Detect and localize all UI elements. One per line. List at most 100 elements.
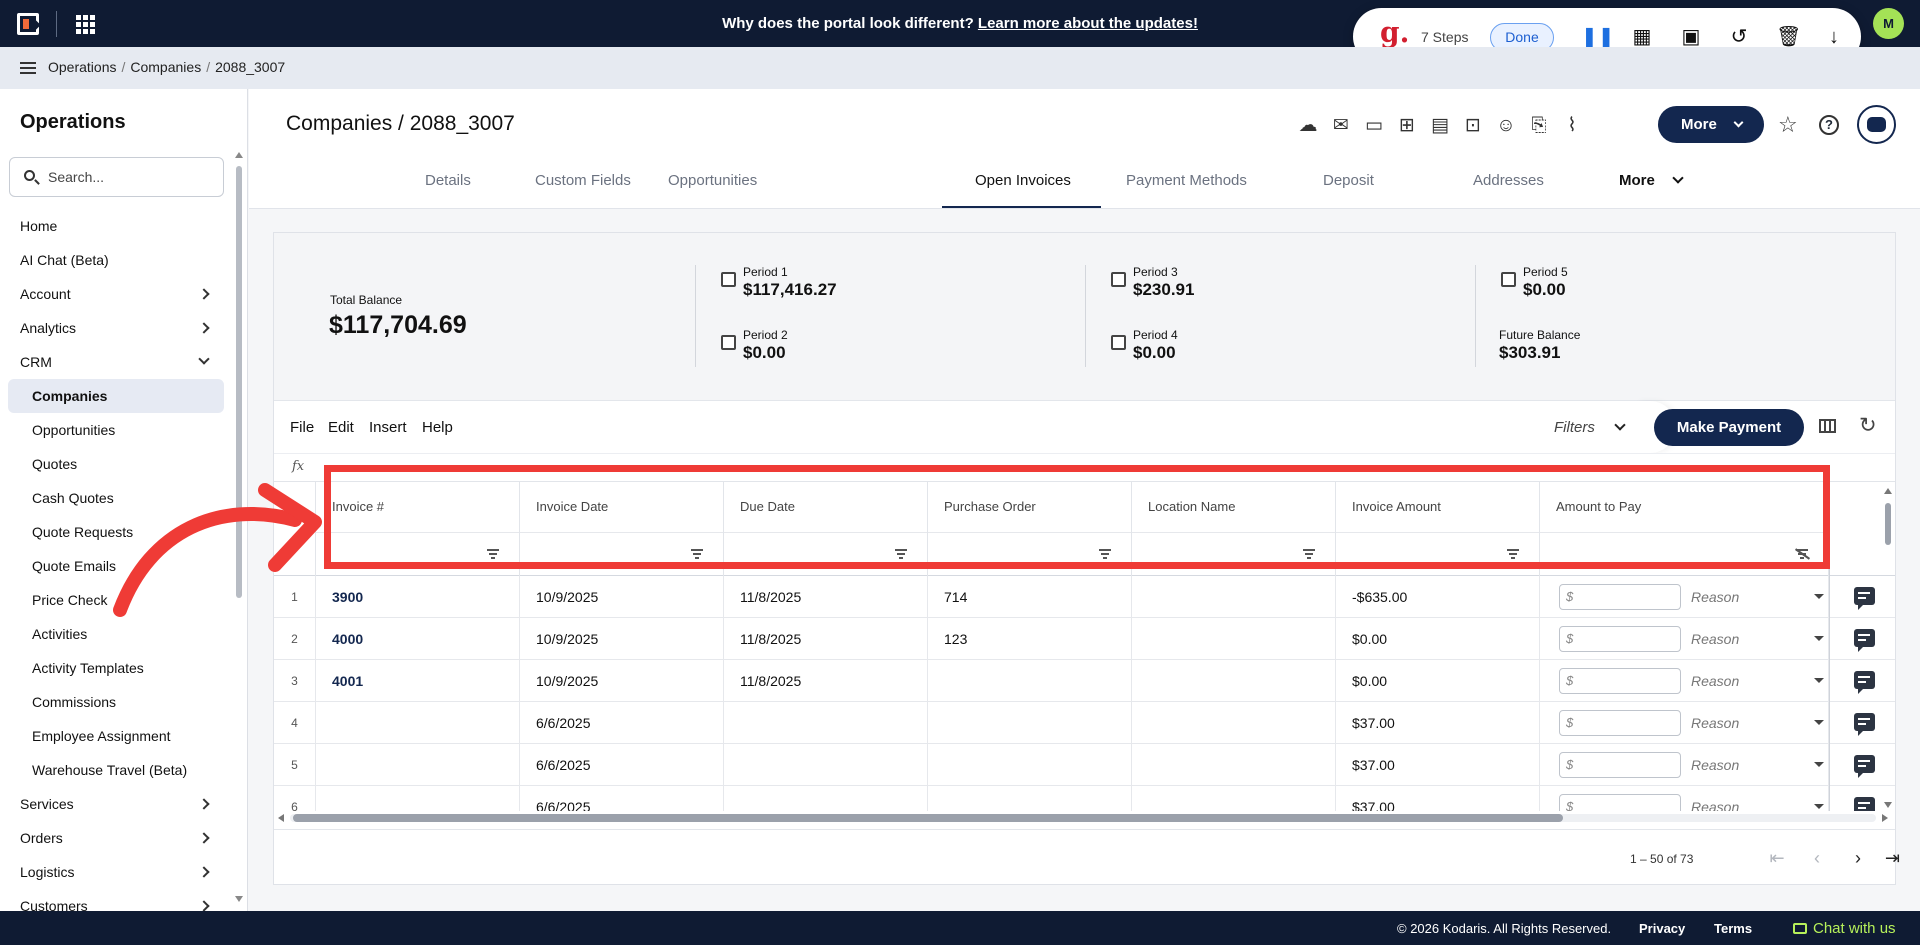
first-page-icon[interactable]: ⇤ — [1767, 848, 1787, 868]
filter-icon[interactable] — [1507, 549, 1519, 559]
amount-to-pay-input[interactable]: $ — [1559, 794, 1681, 811]
privacy-link[interactable]: Privacy — [1639, 921, 1685, 936]
credit-card-icon[interactable]: ▭ — [1361, 113, 1387, 139]
chevron-down-icon[interactable] — [1814, 762, 1824, 767]
table-vertical-scrollbar[interactable] — [1883, 488, 1893, 808]
period-1-checkbox[interactable] — [721, 272, 736, 287]
sidebar-item-activities[interactable]: Activities — [0, 617, 232, 651]
banner-link[interactable]: Learn more about the updates! — [978, 15, 1198, 32]
reason-select[interactable]: Reason — [1691, 576, 1739, 618]
table-row[interactable]: 3 4001 10/9/2025 11/8/2025 $0.00 $ Reason — [274, 660, 1895, 702]
filters-dropdown[interactable]: Filters — [1554, 419, 1626, 436]
tab-opportunities[interactable]: Opportunities — [668, 172, 757, 189]
mail-icon[interactable]: ✉ — [1328, 113, 1354, 139]
comment-icon[interactable] — [1854, 587, 1875, 610]
sidebar-item-logistics[interactable]: Logistics — [0, 855, 232, 889]
period-2-checkbox[interactable] — [721, 335, 736, 350]
reason-select[interactable]: Reason — [1691, 744, 1739, 786]
help-icon[interactable]: ? — [1819, 115, 1839, 135]
column-header-invoice-date[interactable]: Invoice Date — [520, 482, 724, 577]
sidebar-item-home[interactable]: Home — [0, 209, 232, 243]
comment-icon[interactable] — [1854, 671, 1875, 694]
table-row[interactable]: 2 4000 10/9/2025 11/8/2025 123 $0.00 $ Reason — [274, 618, 1895, 660]
period-4-checkbox[interactable] — [1111, 335, 1126, 350]
invoice-number-link[interactable] — [316, 744, 520, 786]
tab-deposit[interactable]: Deposit — [1323, 172, 1374, 189]
invoice-number-link[interactable]: 3900 — [316, 576, 520, 618]
chevron-down-icon[interactable] — [1814, 594, 1824, 599]
sidebar-search[interactable] — [9, 157, 224, 197]
reason-select[interactable]: Reason — [1691, 660, 1739, 702]
make-payment-button[interactable]: Make Payment — [1654, 409, 1804, 446]
attachment-icon[interactable]: ⌇ — [1559, 113, 1585, 139]
table-row[interactable]: 1 3900 10/9/2025 11/8/2025 714 -$635.00 $ Reaso… — [274, 576, 1895, 618]
sidebar-item-analytics[interactable]: Analytics — [0, 311, 232, 345]
formula-bar[interactable]: fx — [274, 453, 1895, 481]
table-row[interactable]: 4 6/6/2025 $37.00 $ Reason — [274, 702, 1895, 744]
menu-help[interactable]: Help — [422, 419, 453, 436]
invoice-number-link[interactable]: 4001 — [316, 660, 520, 702]
sidebar-item-customers[interactable]: Customers — [0, 889, 232, 911]
comment-icon[interactable] — [1854, 629, 1875, 652]
cloud-upload-icon[interactable]: ☁ — [1295, 113, 1321, 139]
table-row[interactable]: 6 6/6/2025 $37.00 $ Reason — [274, 786, 1895, 811]
tab-custom-fields[interactable]: Custom Fields — [535, 172, 631, 189]
table-horizontal-scrollbar[interactable] — [278, 811, 1888, 825]
period-5-checkbox[interactable] — [1501, 272, 1516, 287]
pause-icon[interactable]: ❚❚ — [1581, 25, 1615, 49]
gift-card-icon[interactable]: ⊞ — [1394, 113, 1420, 139]
comment-icon[interactable] — [1854, 713, 1875, 736]
chevron-down-icon[interactable] — [1814, 678, 1824, 683]
sidebar-item-activity-templates[interactable]: Activity Templates — [0, 651, 232, 685]
reason-select[interactable]: Reason — [1691, 702, 1739, 744]
filter-icon[interactable] — [895, 549, 907, 559]
filter-icon[interactable] — [1099, 549, 1111, 559]
menu-file[interactable]: File — [290, 419, 314, 436]
filter-icon[interactable] — [487, 549, 499, 559]
reason-select[interactable]: Reason — [1691, 618, 1739, 660]
sidebar-item-opportunities[interactable]: Opportunities — [0, 413, 232, 447]
comment-icon[interactable] — [1854, 797, 1875, 811]
add-document-icon[interactable]: ⎘ — [1526, 113, 1552, 139]
tab-payment-methods[interactable]: Payment Methods — [1126, 172, 1247, 189]
tab-details[interactable]: Details — [425, 172, 471, 189]
sidebar-scrollbar[interactable] — [235, 152, 243, 902]
chevron-down-icon[interactable] — [1814, 636, 1824, 641]
column-header-invoice-amount[interactable]: Invoice Amount — [1336, 482, 1540, 577]
sidebar-item-price-check[interactable]: Price Check — [0, 583, 232, 617]
add-person-icon[interactable]: ☺ — [1493, 113, 1519, 139]
amount-to-pay-input[interactable]: $ — [1559, 710, 1681, 736]
sidebar-item-crm[interactable]: CRM — [0, 345, 232, 379]
period-3-checkbox[interactable] — [1111, 272, 1126, 287]
next-page-icon[interactable]: › — [1848, 848, 1868, 868]
sidebar-item-orders[interactable]: Orders — [0, 821, 232, 855]
sidebar-item-ai-chat-beta[interactable]: AI Chat (Beta) — [0, 243, 232, 277]
sidebar-item-services[interactable]: Services — [0, 787, 232, 821]
amount-to-pay-input[interactable]: $ — [1559, 584, 1681, 610]
sidebar-item-cash-quotes[interactable]: Cash Quotes — [0, 481, 232, 515]
sidebar-item-account[interactable]: Account — [0, 277, 232, 311]
trash-icon[interactable]: 🗑 — [1776, 25, 1801, 49]
table-row[interactable]: 5 6/6/2025 $37.00 $ Reason — [274, 744, 1895, 786]
columns-icon[interactable] — [1819, 419, 1836, 433]
amount-to-pay-input[interactable]: $ — [1559, 626, 1681, 652]
amount-to-pay-input[interactable]: $ — [1559, 668, 1681, 694]
breadcrumb-companies[interactable]: Companies — [130, 59, 201, 75]
previous-page-icon[interactable]: ‹ — [1807, 848, 1827, 868]
sidebar-item-quote-requests[interactable]: Quote Requests — [0, 515, 232, 549]
star-icon[interactable]: ☆ — [1778, 112, 1798, 138]
sidebar-item-warehouse-travel-beta[interactable]: Warehouse Travel (Beta) — [0, 753, 232, 787]
menu-icon[interactable] — [20, 62, 36, 74]
assistant-bot-button[interactable] — [1857, 105, 1896, 144]
column-header-invoice[interactable]: Invoice # — [316, 482, 520, 577]
chevron-down-icon[interactable] — [1814, 804, 1824, 809]
sidebar-item-quotes[interactable]: Quotes — [0, 447, 232, 481]
image-icon[interactable]: ▣ — [1679, 25, 1703, 49]
user-avatar[interactable]: M — [1873, 8, 1904, 39]
amount-to-pay-input[interactable]: $ — [1559, 752, 1681, 778]
sidebar-item-commissions[interactable]: Commissions — [0, 685, 232, 719]
tab-open-invoices[interactable]: Open Invoices — [975, 172, 1071, 189]
invoice-number-link[interactable] — [316, 786, 520, 811]
insert-step-icon[interactable]: ↓ — [1822, 25, 1846, 49]
column-header-location-name[interactable]: Location Name — [1132, 482, 1336, 577]
